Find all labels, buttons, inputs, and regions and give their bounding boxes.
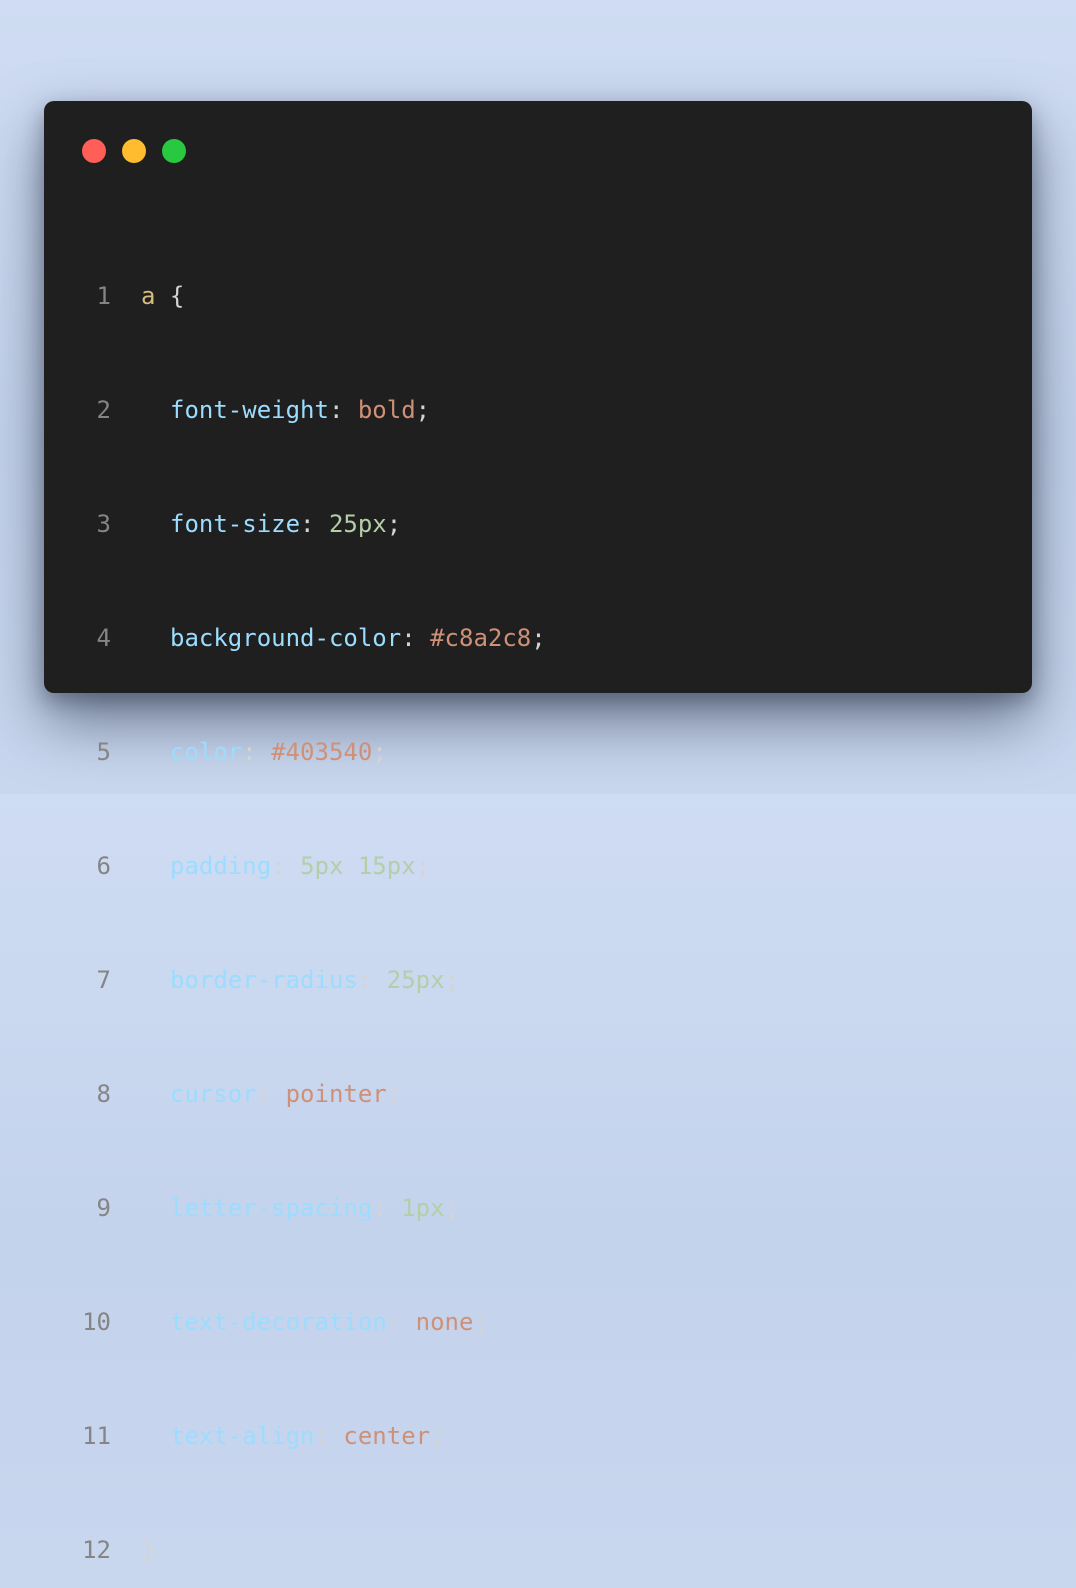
css-value: pointer	[285, 1080, 387, 1108]
line-number: 7	[96, 966, 111, 994]
code-line: 7 border-radius: 25px;	[44, 961, 546, 999]
css-value: #403540	[271, 738, 373, 766]
css-property: background-color	[170, 624, 402, 652]
css-value: center	[343, 1422, 431, 1450]
code-line: 10 text-decoration: none;	[44, 1303, 546, 1341]
css-property: text-align	[170, 1422, 315, 1450]
code-line: 1 a {	[44, 277, 546, 315]
minimize-dot-icon[interactable]	[122, 139, 146, 163]
code-line: 6 padding: 5px 15px;	[44, 847, 546, 885]
css-selector: a	[141, 282, 156, 310]
code-line: 4 background-color: #c8a2c8;	[44, 619, 546, 657]
code-line: 5 color: #403540;	[44, 733, 546, 771]
css-value: 1px	[401, 1194, 445, 1222]
css-property: font-size	[170, 510, 301, 538]
close-dot-icon[interactable]	[82, 139, 106, 163]
line-number: 10	[82, 1308, 111, 1336]
line-number: 2	[96, 396, 111, 424]
css-property: padding	[170, 852, 272, 880]
line-number: 9	[96, 1194, 111, 1222]
css-value: 25px	[386, 966, 445, 994]
window-controls	[82, 139, 186, 163]
code-line: 12}	[44, 1531, 546, 1569]
open-brace: {	[169, 282, 185, 310]
line-number: 6	[96, 852, 111, 880]
code-block: 1a { 2 font-weight: bold; 3 font-size: 25p…	[44, 201, 546, 1588]
css-property: border-radius	[170, 966, 358, 994]
code-line: 2 font-weight: bold;	[44, 391, 546, 429]
css-property: letter-spacing	[170, 1194, 373, 1222]
line-number: 1	[96, 282, 111, 310]
line-number: 3	[96, 510, 111, 538]
css-property: font-weight	[170, 396, 329, 424]
line-number: 5	[96, 738, 111, 766]
line-number: 11	[82, 1422, 111, 1450]
maximize-dot-icon[interactable]	[162, 139, 186, 163]
css-value: none	[415, 1308, 474, 1336]
css-value: #c8a2c8	[430, 624, 532, 652]
css-value: 5px 15px	[300, 852, 416, 880]
code-line: 11 text-align: center;	[44, 1417, 546, 1455]
css-value: 25px	[328, 510, 387, 538]
code-window: 1a { 2 font-weight: bold; 3 font-size: 25p…	[44, 101, 1032, 1564]
close-brace: }	[141, 1536, 156, 1564]
css-value: bold	[357, 396, 416, 424]
css-property: color	[170, 738, 243, 766]
code-line: 3 font-size: 25px;	[44, 505, 546, 543]
line-number: 12	[82, 1536, 111, 1564]
line-number: 8	[96, 1080, 111, 1108]
css-property: text-decoration	[170, 1308, 387, 1336]
css-property: cursor	[170, 1080, 257, 1108]
code-line: 8 cursor: pointer;	[44, 1075, 546, 1113]
line-number: 4	[96, 624, 111, 652]
code-line: 9 letter-spacing: 1px;	[44, 1189, 546, 1227]
